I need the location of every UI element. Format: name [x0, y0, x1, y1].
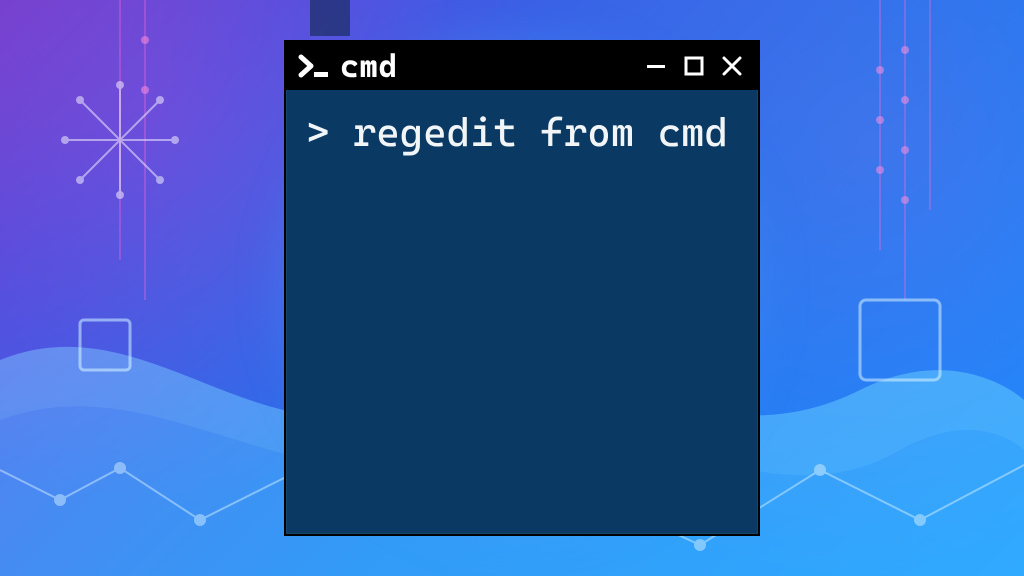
window-title: cmd	[340, 47, 630, 85]
minimize-button[interactable]	[640, 50, 672, 82]
maximize-icon	[683, 55, 705, 77]
terminal-window: cmd	[284, 40, 760, 536]
close-icon	[721, 55, 743, 77]
titlebar[interactable]: cmd	[286, 42, 758, 90]
terminal-command-text: regedit from cmd	[353, 110, 728, 156]
close-button[interactable]	[716, 50, 748, 82]
minimize-icon	[645, 55, 667, 77]
prompt-symbol: >	[306, 110, 329, 156]
terminal-body[interactable]: > regedit from cmd	[286, 90, 758, 534]
window-controls	[640, 50, 748, 82]
stage: cmd	[0, 0, 1024, 576]
maximize-button[interactable]	[678, 50, 710, 82]
terminal-icon	[298, 52, 330, 80]
